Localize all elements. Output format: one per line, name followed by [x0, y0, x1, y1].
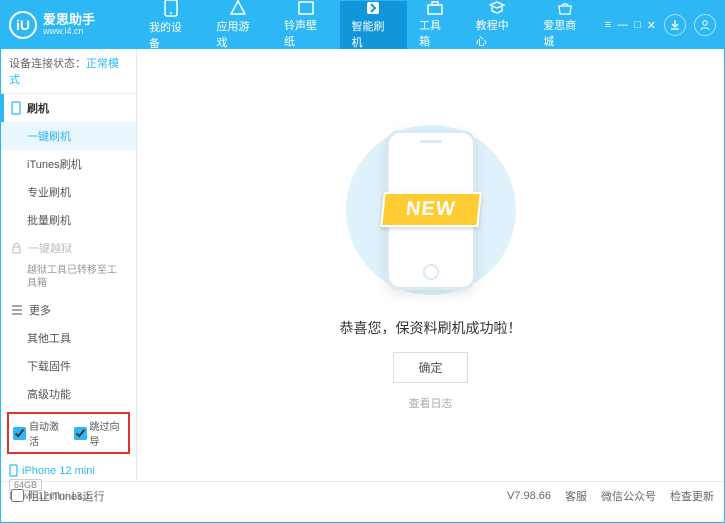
- tutorial-icon: [488, 1, 506, 15]
- sidebar-item-itunes[interactable]: iTunes刷机: [1, 150, 136, 178]
- wallpaper-icon: [297, 1, 315, 15]
- app-url: www.i4.cn: [43, 27, 95, 37]
- new-ribbon: NEW: [380, 192, 481, 227]
- sidebar: 设备连接状态：正常模式 刷机 一键刷机 iTunes刷机 专业刷机 批量刷机 一…: [1, 49, 137, 481]
- sidebar-item-batch[interactable]: 批量刷机: [1, 206, 136, 234]
- success-illustration: NEW: [361, 120, 501, 300]
- download-icon[interactable]: [664, 14, 686, 36]
- title-controls: ≡ — □ ✕: [599, 14, 716, 36]
- sidebar-item-advanced[interactable]: 高级功能: [1, 380, 136, 408]
- titlebar: iU 爱思助手 www.i4.cn 我的设备 应用游戏 铃声壁纸 智能刷机 工具…: [1, 1, 724, 49]
- logo-block: iU 爱思助手 www.i4.cn: [9, 11, 137, 39]
- service-link[interactable]: 客服: [565, 488, 587, 504]
- sidebar-item-download[interactable]: 下载固件: [1, 352, 136, 380]
- flash-icon: [364, 0, 382, 16]
- store-icon: [556, 1, 574, 15]
- update-link[interactable]: 检查更新: [670, 488, 714, 504]
- phone-icon: [11, 101, 21, 115]
- logo-icon: iU: [9, 11, 37, 39]
- tab-store[interactable]: 爱思商城: [531, 1, 599, 49]
- version-label: V7.98.66: [507, 490, 551, 502]
- tab-toolbox[interactable]: 工具箱: [407, 1, 464, 49]
- phone-icon: [9, 464, 18, 477]
- jailbreak-note: 越狱工具已转移至工具箱: [1, 262, 136, 296]
- phone-icon: [162, 0, 180, 17]
- connection-status: 设备连接状态：正常模式: [1, 49, 136, 94]
- checkbox-skip-guide[interactable]: 跳过向导: [74, 418, 125, 448]
- main-panel: NEW 恭喜您，保资料刷机成功啦！ 确定 查看日志: [137, 49, 724, 481]
- app-name: 爱思助手: [43, 13, 95, 27]
- minimize-icon[interactable]: —: [617, 19, 628, 32]
- block-itunes-checkbox[interactable]: 阻止iTunes运行: [11, 488, 105, 504]
- checkbox-group: 自动激活 跳过向导: [7, 412, 130, 454]
- menu-icon[interactable]: ≡: [605, 19, 611, 32]
- tab-device[interactable]: 我的设备: [137, 1, 205, 49]
- sidebar-section-jailbreak[interactable]: 一键越狱: [1, 234, 136, 262]
- ok-button[interactable]: 确定: [393, 352, 467, 383]
- sidebar-section-more[interactable]: 更多: [1, 296, 136, 324]
- tab-tutorial[interactable]: 教程中心: [464, 1, 532, 49]
- checkbox-auto-activate[interactable]: 自动激活: [13, 418, 64, 448]
- toolbox-icon: [426, 1, 444, 15]
- main-tabs: 我的设备 应用游戏 铃声壁纸 智能刷机 工具箱 教程中心 爱思商城: [137, 1, 599, 49]
- list-icon: [11, 305, 23, 315]
- tab-apps[interactable]: 应用游戏: [205, 1, 273, 49]
- close-icon[interactable]: ✕: [647, 19, 656, 32]
- lock-icon: [11, 242, 22, 254]
- apps-icon: [229, 0, 247, 16]
- sidebar-item-pro[interactable]: 专业刷机: [1, 178, 136, 206]
- maximize-icon[interactable]: □: [634, 19, 641, 32]
- sidebar-item-other[interactable]: 其他工具: [1, 324, 136, 352]
- sidebar-item-onekey[interactable]: 一键刷机: [1, 122, 136, 150]
- view-log-link[interactable]: 查看日志: [409, 395, 453, 411]
- sidebar-section-flash[interactable]: 刷机: [1, 94, 136, 122]
- success-text: 恭喜您，保资料刷机成功啦！: [340, 318, 522, 338]
- tab-ringtone[interactable]: 铃声壁纸: [272, 1, 340, 49]
- tab-flash[interactable]: 智能刷机: [340, 1, 408, 49]
- wechat-link[interactable]: 微信公众号: [601, 488, 656, 504]
- user-icon[interactable]: [694, 14, 716, 36]
